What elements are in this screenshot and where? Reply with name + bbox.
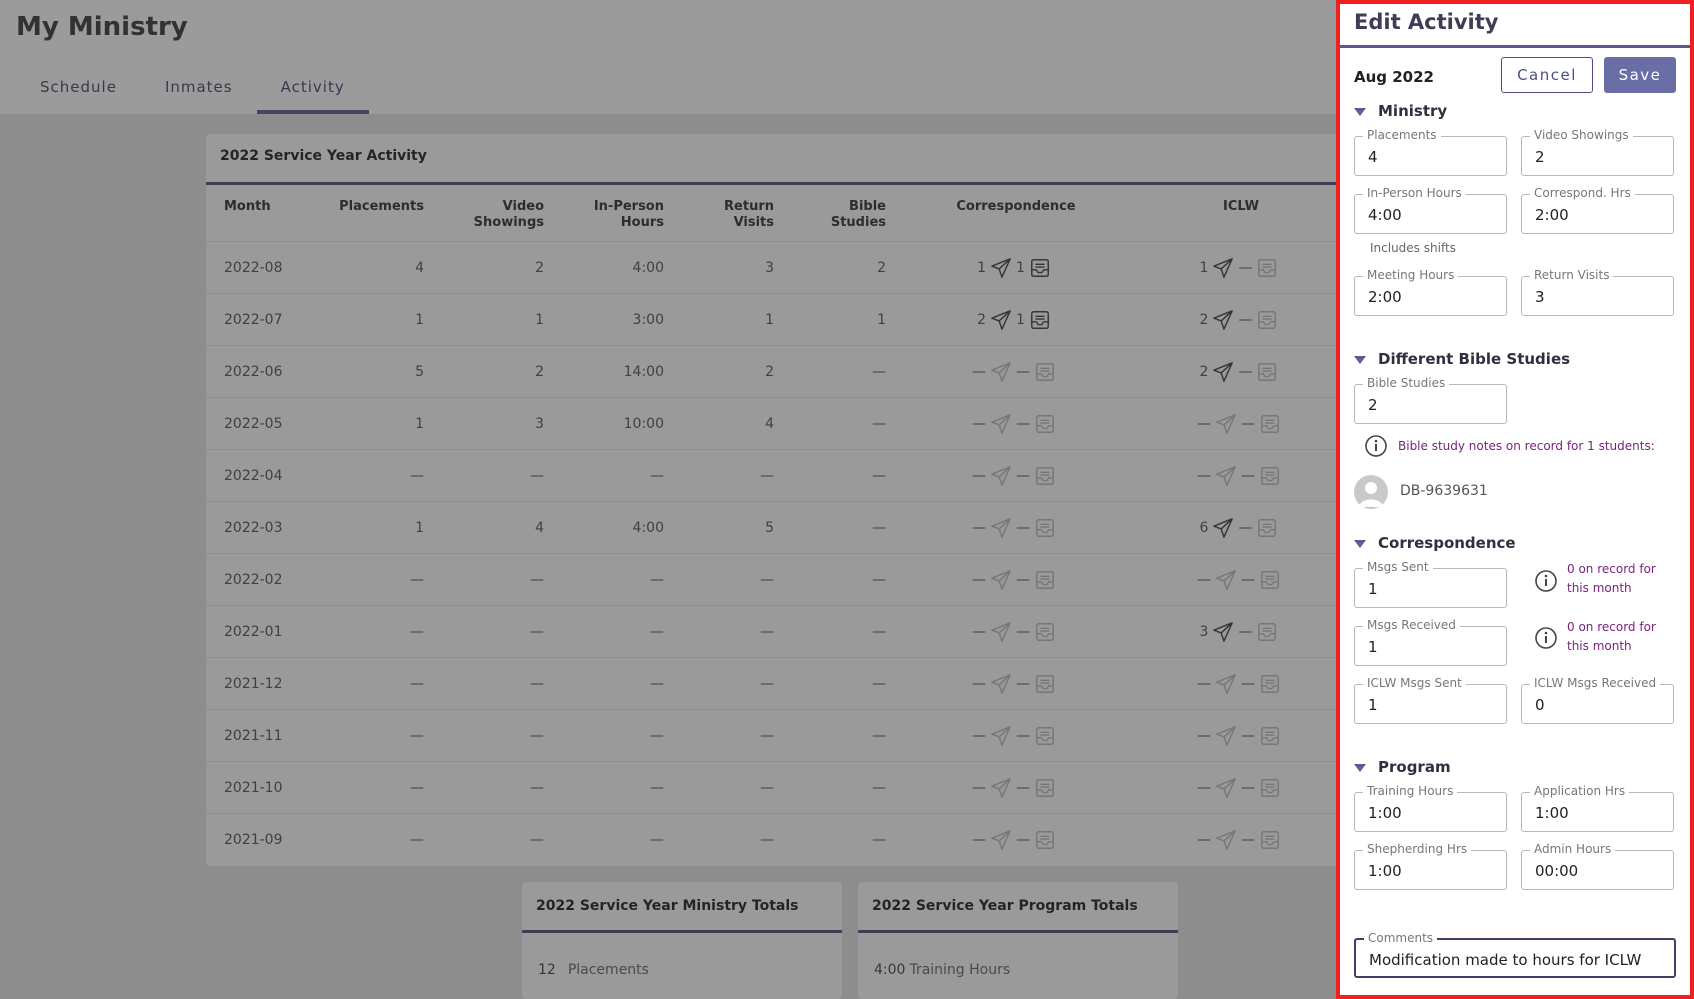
bible-studies-input[interactable] xyxy=(1368,396,1503,414)
return-visits-field: Return Visits xyxy=(1521,268,1674,316)
field-label: Shepherding Hrs xyxy=(1363,842,1472,856)
iclw-msgs-sent-field: ICLW Msgs Sent xyxy=(1354,676,1507,724)
cancel-button[interactable]: Cancel xyxy=(1501,57,1593,93)
return-visits-input[interactable] xyxy=(1535,288,1670,306)
msgs-sent-input[interactable] xyxy=(1368,580,1503,598)
section-correspondence-heading: Correspondence xyxy=(1378,534,1516,552)
panel-toolbar: Aug 2022 Cancel Save xyxy=(1340,48,1690,110)
field-label: Return Visits xyxy=(1530,268,1614,282)
video-showings-field: Video Showings xyxy=(1521,128,1674,176)
msgs-received-note: 0 on record for this month xyxy=(1567,618,1656,656)
application-hours-input[interactable] xyxy=(1535,804,1670,822)
section-bible-studies-toggle[interactable]: Different Bible Studies xyxy=(1354,350,1570,368)
note-line: this month xyxy=(1567,581,1632,595)
shepherding-hours-field: Shepherding Hrs xyxy=(1354,842,1507,890)
field-label: Placements xyxy=(1363,128,1441,142)
in-person-hours-input[interactable] xyxy=(1368,206,1503,224)
section-ministry-heading: Ministry xyxy=(1378,102,1448,120)
field-label: ICLW Msgs Received xyxy=(1530,676,1661,690)
note-line: this month xyxy=(1567,639,1632,653)
bible-study-notes-message: Bible study notes on record for 1 studen… xyxy=(1398,439,1655,453)
includes-shifts-hint: Includes shifts xyxy=(1370,241,1456,255)
panel-title: Edit Activity xyxy=(1354,10,1499,34)
field-label: Msgs Received xyxy=(1363,618,1460,632)
msgs-received-input[interactable] xyxy=(1368,638,1503,656)
period-label: Aug 2022 xyxy=(1354,68,1434,86)
edit-activity-panel: Edit Activity Aug 2022 Cancel Save Minis… xyxy=(1336,0,1694,999)
field-label: Application Hrs xyxy=(1530,784,1630,798)
section-correspondence-toggle[interactable]: Correspondence xyxy=(1354,534,1516,552)
field-label: ICLW Msgs Sent xyxy=(1363,676,1466,690)
application-hours-field: Application Hrs xyxy=(1521,784,1674,832)
info-icon xyxy=(1365,435,1387,457)
student-id[interactable]: DB-9639631 xyxy=(1400,483,1488,499)
placements-input[interactable] xyxy=(1368,148,1503,166)
training-hours-input[interactable] xyxy=(1368,804,1503,822)
person-icon xyxy=(1359,482,1383,507)
admin-hours-input[interactable] xyxy=(1535,862,1670,880)
field-label: Bible Studies xyxy=(1363,376,1450,390)
iclw-msgs-received-field: ICLW Msgs Received xyxy=(1521,676,1674,724)
caret-down-icon xyxy=(1354,763,1366,772)
info-icon xyxy=(1535,570,1557,592)
bible-studies-field: Bible Studies xyxy=(1354,376,1507,424)
training-hours-field: Training Hours xyxy=(1354,784,1507,832)
field-label: Comments xyxy=(1364,931,1438,945)
msgs-received-field: Msgs Received xyxy=(1354,618,1507,666)
in-person-hours-field: In-Person Hours xyxy=(1354,186,1507,234)
panel-header: Edit Activity xyxy=(1340,4,1690,48)
comments-field: Comments xyxy=(1354,931,1676,978)
section-program-heading: Program xyxy=(1378,758,1451,776)
correspond-hours-field: Correspond. Hrs xyxy=(1521,186,1674,234)
field-label: Meeting Hours xyxy=(1363,268,1459,282)
field-label: Video Showings xyxy=(1530,128,1633,142)
info-icon xyxy=(1535,627,1557,649)
note-line: 0 on record for xyxy=(1567,562,1656,576)
field-label: Training Hours xyxy=(1363,784,1458,798)
save-button[interactable]: Save xyxy=(1604,57,1676,93)
placements-field: Placements xyxy=(1354,128,1507,176)
caret-down-icon xyxy=(1354,539,1366,548)
caret-down-icon xyxy=(1354,355,1366,364)
admin-hours-field: Admin Hours xyxy=(1521,842,1674,890)
shepherding-hours-input[interactable] xyxy=(1368,862,1503,880)
meeting-hours-input[interactable] xyxy=(1368,288,1503,306)
field-label: Admin Hours xyxy=(1530,842,1616,856)
msgs-sent-note: 0 on record for this month xyxy=(1567,560,1656,598)
msgs-sent-field: Msgs Sent xyxy=(1354,560,1507,608)
meeting-hours-field: Meeting Hours xyxy=(1354,268,1507,316)
field-label: Correspond. Hrs xyxy=(1530,186,1635,200)
avatar xyxy=(1354,475,1388,509)
correspond-hours-input[interactable] xyxy=(1535,206,1670,224)
section-ministry-toggle[interactable]: Ministry xyxy=(1354,102,1447,120)
caret-down-icon xyxy=(1354,107,1366,116)
section-program-toggle[interactable]: Program xyxy=(1354,758,1451,776)
video-showings-input[interactable] xyxy=(1535,148,1670,166)
iclw-msgs-sent-input[interactable] xyxy=(1368,696,1503,714)
section-bible-studies-heading: Different Bible Studies xyxy=(1378,350,1571,368)
comments-input[interactable] xyxy=(1369,951,1669,969)
field-label: Msgs Sent xyxy=(1363,560,1433,574)
note-line: 0 on record for xyxy=(1567,620,1656,634)
field-label: In-Person Hours xyxy=(1363,186,1466,200)
iclw-msgs-received-input[interactable] xyxy=(1535,696,1670,714)
